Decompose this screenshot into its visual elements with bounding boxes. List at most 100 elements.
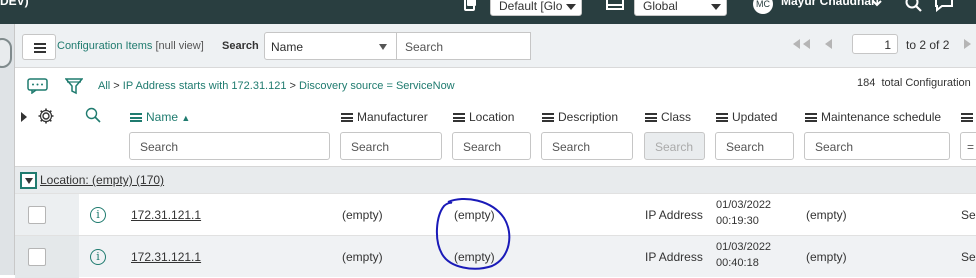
filter-icon[interactable] — [64, 77, 84, 98]
chat-icon[interactable] — [934, 0, 958, 15]
search-label: Search — [222, 40, 259, 52]
column-menu-icon[interactable] — [130, 113, 142, 122]
truncated-column-search[interactable]: = — [960, 132, 976, 160]
breadcrumb-filter-ip[interactable]: IP Address starts with 172.31.121 — [123, 80, 287, 92]
column-header-class-label: Class — [661, 110, 692, 124]
navigator-toggle-button[interactable] — [0, 38, 12, 68]
row-name-link[interactable]: 172.31.121.1 — [131, 250, 201, 264]
next-page-icon[interactable] — [962, 38, 974, 53]
gear-icon[interactable] — [37, 107, 55, 128]
info-icon[interactable]: i — [90, 249, 106, 265]
search-icon[interactable] — [85, 107, 101, 126]
column-header-updated[interactable]: Updated — [716, 110, 777, 124]
list-title-text: Configuration Items — [57, 40, 153, 52]
breadcrumb-separator: > — [113, 80, 120, 92]
row-updated-date: 01/03/2022 — [716, 199, 772, 211]
row-maintenance-schedule: (empty) — [806, 208, 847, 222]
class-column-search: Search — [644, 132, 705, 160]
column-menu-icon[interactable] — [805, 113, 817, 122]
column-header-location[interactable]: Location — [453, 110, 514, 124]
annotation-circle — [436, 198, 511, 270]
column-header-manufacturer[interactable]: Manufacturer — [341, 110, 428, 124]
row-class: IP Address — [645, 250, 703, 264]
page-number-input[interactable]: 1 — [852, 34, 898, 54]
update-set-value: Default [Glo — [499, 0, 563, 13]
column-header-name[interactable]: Name ▲ — [130, 110, 190, 124]
column-header-row: Name ▲ Manufacturer Location Description… — [15, 102, 976, 130]
column-menu-icon[interactable] — [341, 113, 353, 122]
row-updated-time: 00:40:18 — [716, 257, 759, 269]
breadcrumb: All > IP Address starts with 172.31.121 … — [98, 80, 455, 92]
column-header-updated-label: Updated — [732, 110, 778, 124]
column-header-truncated[interactable] — [961, 110, 976, 124]
sort-ascending-icon: ▲ — [181, 113, 191, 123]
list-menu-button[interactable] — [22, 34, 56, 60]
row-manufacturer: (empty) — [342, 208, 383, 222]
chevron-down-icon — [711, 4, 721, 10]
row-controls — [15, 236, 79, 278]
row-checkbox[interactable] — [28, 248, 46, 266]
column-menu-icon[interactable] — [716, 113, 728, 122]
chevron-down-icon[interactable] — [872, 0, 882, 10]
filter-breadcrumb-row: All > IP Address starts with 172.31.121 … — [15, 68, 976, 102]
group-label[interactable]: Location: (empty) (170) — [40, 173, 164, 187]
first-page-icon[interactable] — [790, 38, 812, 53]
column-header-class[interactable]: Class — [645, 110, 691, 124]
record-count-value: 184 — [857, 77, 876, 89]
view-name: [null view] — [155, 40, 204, 52]
column-menu-icon[interactable] — [542, 113, 554, 122]
row-checkbox[interactable] — [28, 206, 46, 224]
instance-name: DEV) — [0, 0, 29, 8]
user-avatar[interactable]: MC — [753, 0, 773, 14]
activity-stream-icon[interactable] — [27, 78, 49, 97]
application-scope-value: Global — [643, 0, 678, 13]
info-icon[interactable]: i — [90, 207, 106, 223]
user-name[interactable]: Mayur Chaudhari — [781, 0, 879, 8]
record-count: 184 total Configuration — [857, 77, 971, 89]
previous-page-icon[interactable] — [822, 38, 834, 53]
row-controls — [15, 194, 79, 236]
top-header-bar: DEV) Default [Glo Global MC Mayur Chaudh… — [0, 0, 976, 24]
search-field-value: Name — [271, 40, 304, 54]
breadcrumb-separator: > — [289, 80, 296, 92]
column-header-maintenance-schedule-label: Maintenance schedule — [821, 110, 942, 124]
column-header-name-label: Name — [146, 110, 179, 124]
manufacturer-column-search[interactable]: Search — [340, 132, 442, 160]
column-search-row: Search Search Search Search Search Searc… — [15, 130, 976, 166]
update-set-select[interactable]: Default [Glo — [490, 0, 582, 16]
row-updated-time: 00:19:30 — [716, 215, 759, 227]
expand-arrow-icon[interactable] — [21, 111, 27, 125]
breadcrumb-filter-discovery[interactable]: Discovery source = ServiceNow — [299, 80, 455, 92]
application-scope-icon[interactable] — [606, 0, 624, 13]
location-column-search[interactable]: Search — [452, 132, 531, 160]
row-class: IP Address — [645, 208, 703, 222]
updated-column-search[interactable]: Search — [715, 132, 794, 160]
breadcrumb-all[interactable]: All — [98, 80, 110, 92]
column-header-description-label: Description — [558, 110, 619, 124]
chevron-down-icon — [566, 4, 576, 10]
update-set-icon[interactable] — [462, 0, 478, 15]
description-column-search[interactable]: Search — [541, 132, 633, 160]
search-input[interactable]: Search — [397, 32, 531, 60]
row-manufacturer: (empty) — [342, 250, 383, 264]
name-column-search[interactable]: Search — [129, 132, 330, 160]
search-input-placeholder: Search — [405, 40, 444, 54]
column-menu-icon[interactable] — [961, 113, 973, 122]
maintenance-schedule-column-search[interactable]: Search — [804, 132, 950, 160]
row-updated-date: 01/03/2022 — [716, 241, 772, 253]
column-header-description[interactable]: Description — [542, 110, 618, 124]
column-header-maintenance-schedule[interactable]: Maintenance schedule — [805, 110, 941, 124]
column-header-manufacturer-label: Manufacturer — [357, 110, 428, 124]
row-truncated-cell: Ser — [961, 250, 976, 264]
navigator-collapse-strip — [0, 24, 15, 275]
search-field-select[interactable]: Name — [264, 32, 397, 60]
search-icon[interactable] — [905, 0, 923, 16]
column-header-location-label: Location — [469, 110, 515, 124]
application-scope-select[interactable]: Global — [634, 0, 727, 16]
list-title[interactable]: Configuration Items [null view] — [57, 40, 204, 52]
column-menu-icon[interactable] — [645, 113, 657, 122]
row-name-link[interactable]: 172.31.121.1 — [131, 208, 201, 222]
column-menu-icon[interactable] — [453, 113, 465, 122]
collapse-group-button[interactable] — [20, 172, 37, 189]
group-row: Location: (empty) (170) — [15, 166, 976, 193]
